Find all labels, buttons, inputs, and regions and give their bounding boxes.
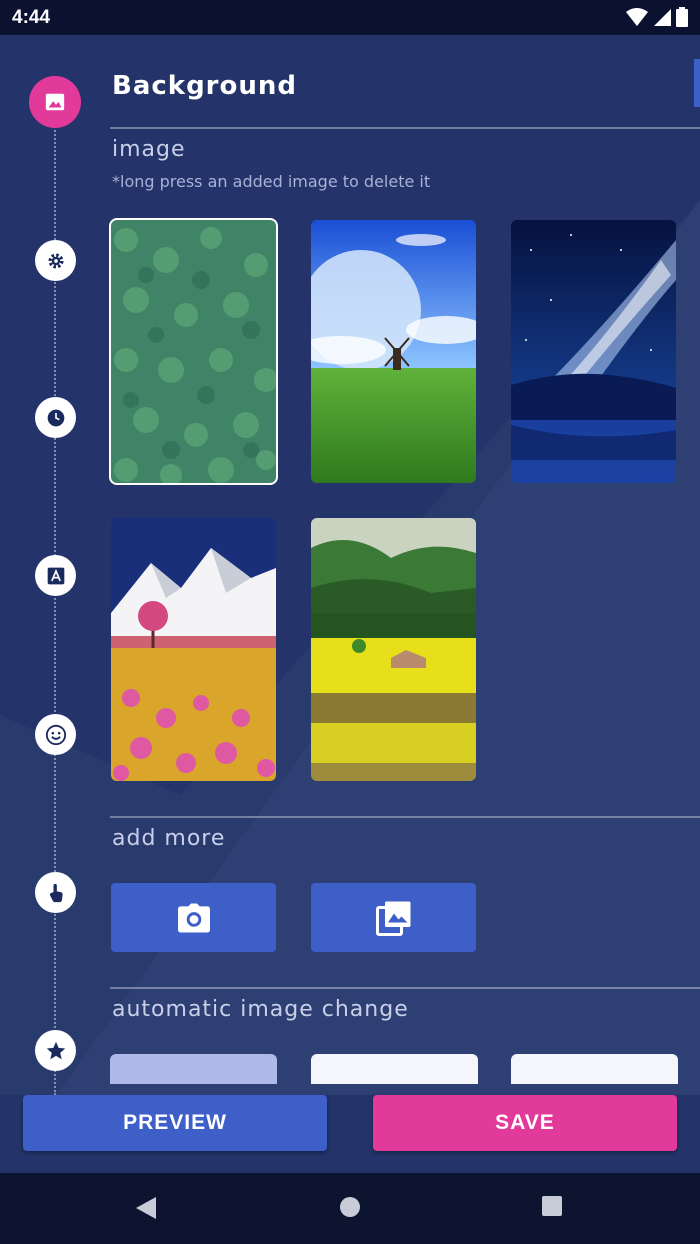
step-settings[interactable]	[35, 240, 76, 281]
step-touch[interactable]	[35, 872, 76, 913]
image-section-label: image	[112, 137, 186, 162]
home-icon[interactable]	[338, 1195, 362, 1219]
save-button[interactable]: SAVE	[373, 1095, 677, 1151]
image-thumbnail-valley-field[interactable]	[311, 518, 476, 781]
auto-change-option[interactable]	[110, 1054, 277, 1084]
gallery-icon	[375, 901, 410, 936]
add-more-label: add more	[112, 826, 226, 851]
status-time: 4:44	[12, 7, 51, 28]
preview-button[interactable]: PREVIEW	[23, 1095, 327, 1151]
emoji-icon	[45, 724, 66, 745]
divider	[110, 816, 700, 818]
star-icon	[46, 1041, 65, 1059]
page-title: Background	[112, 71, 297, 101]
image-thumbnail-mountain-flowers[interactable]	[111, 518, 276, 781]
system-nav-bar	[0, 1173, 700, 1244]
divider	[110, 127, 700, 129]
scroll-indicator	[694, 59, 700, 107]
add-from-gallery-button[interactable]	[311, 883, 476, 952]
image-thumbnail-clover[interactable]	[109, 218, 278, 485]
step-emoji[interactable]	[35, 714, 76, 755]
auto-change-option[interactable]	[511, 1054, 678, 1084]
auto-change-label: automatic image change	[112, 997, 409, 1022]
status-bar: 4:44	[0, 0, 700, 35]
battery-icon	[676, 7, 688, 27]
step-font[interactable]	[35, 555, 76, 596]
image-icon	[45, 93, 65, 111]
divider	[110, 987, 700, 989]
wifi-icon	[626, 8, 648, 26]
touch-icon	[49, 883, 63, 902]
image-thumbnail-windmill[interactable]	[311, 220, 476, 483]
add-from-camera-button[interactable]	[111, 883, 276, 952]
signal-icon	[654, 9, 671, 26]
camera-icon	[177, 902, 210, 933]
step-background[interactable]	[29, 76, 81, 128]
app-content: Background image *long press an added im…	[0, 35, 700, 1173]
image-section-hint: *long press an added image to delete it	[112, 172, 431, 191]
settings-icon	[48, 253, 63, 268]
auto-change-option[interactable]	[311, 1054, 478, 1084]
font-icon	[47, 567, 64, 584]
back-icon[interactable]	[134, 1195, 158, 1221]
recents-icon[interactable]	[541, 1195, 563, 1217]
status-icons	[626, 7, 688, 27]
step-favorites[interactable]	[35, 1030, 76, 1071]
clock-icon	[47, 409, 64, 426]
image-thumbnail-night-sky[interactable]	[511, 220, 676, 483]
step-time[interactable]	[35, 397, 76, 438]
